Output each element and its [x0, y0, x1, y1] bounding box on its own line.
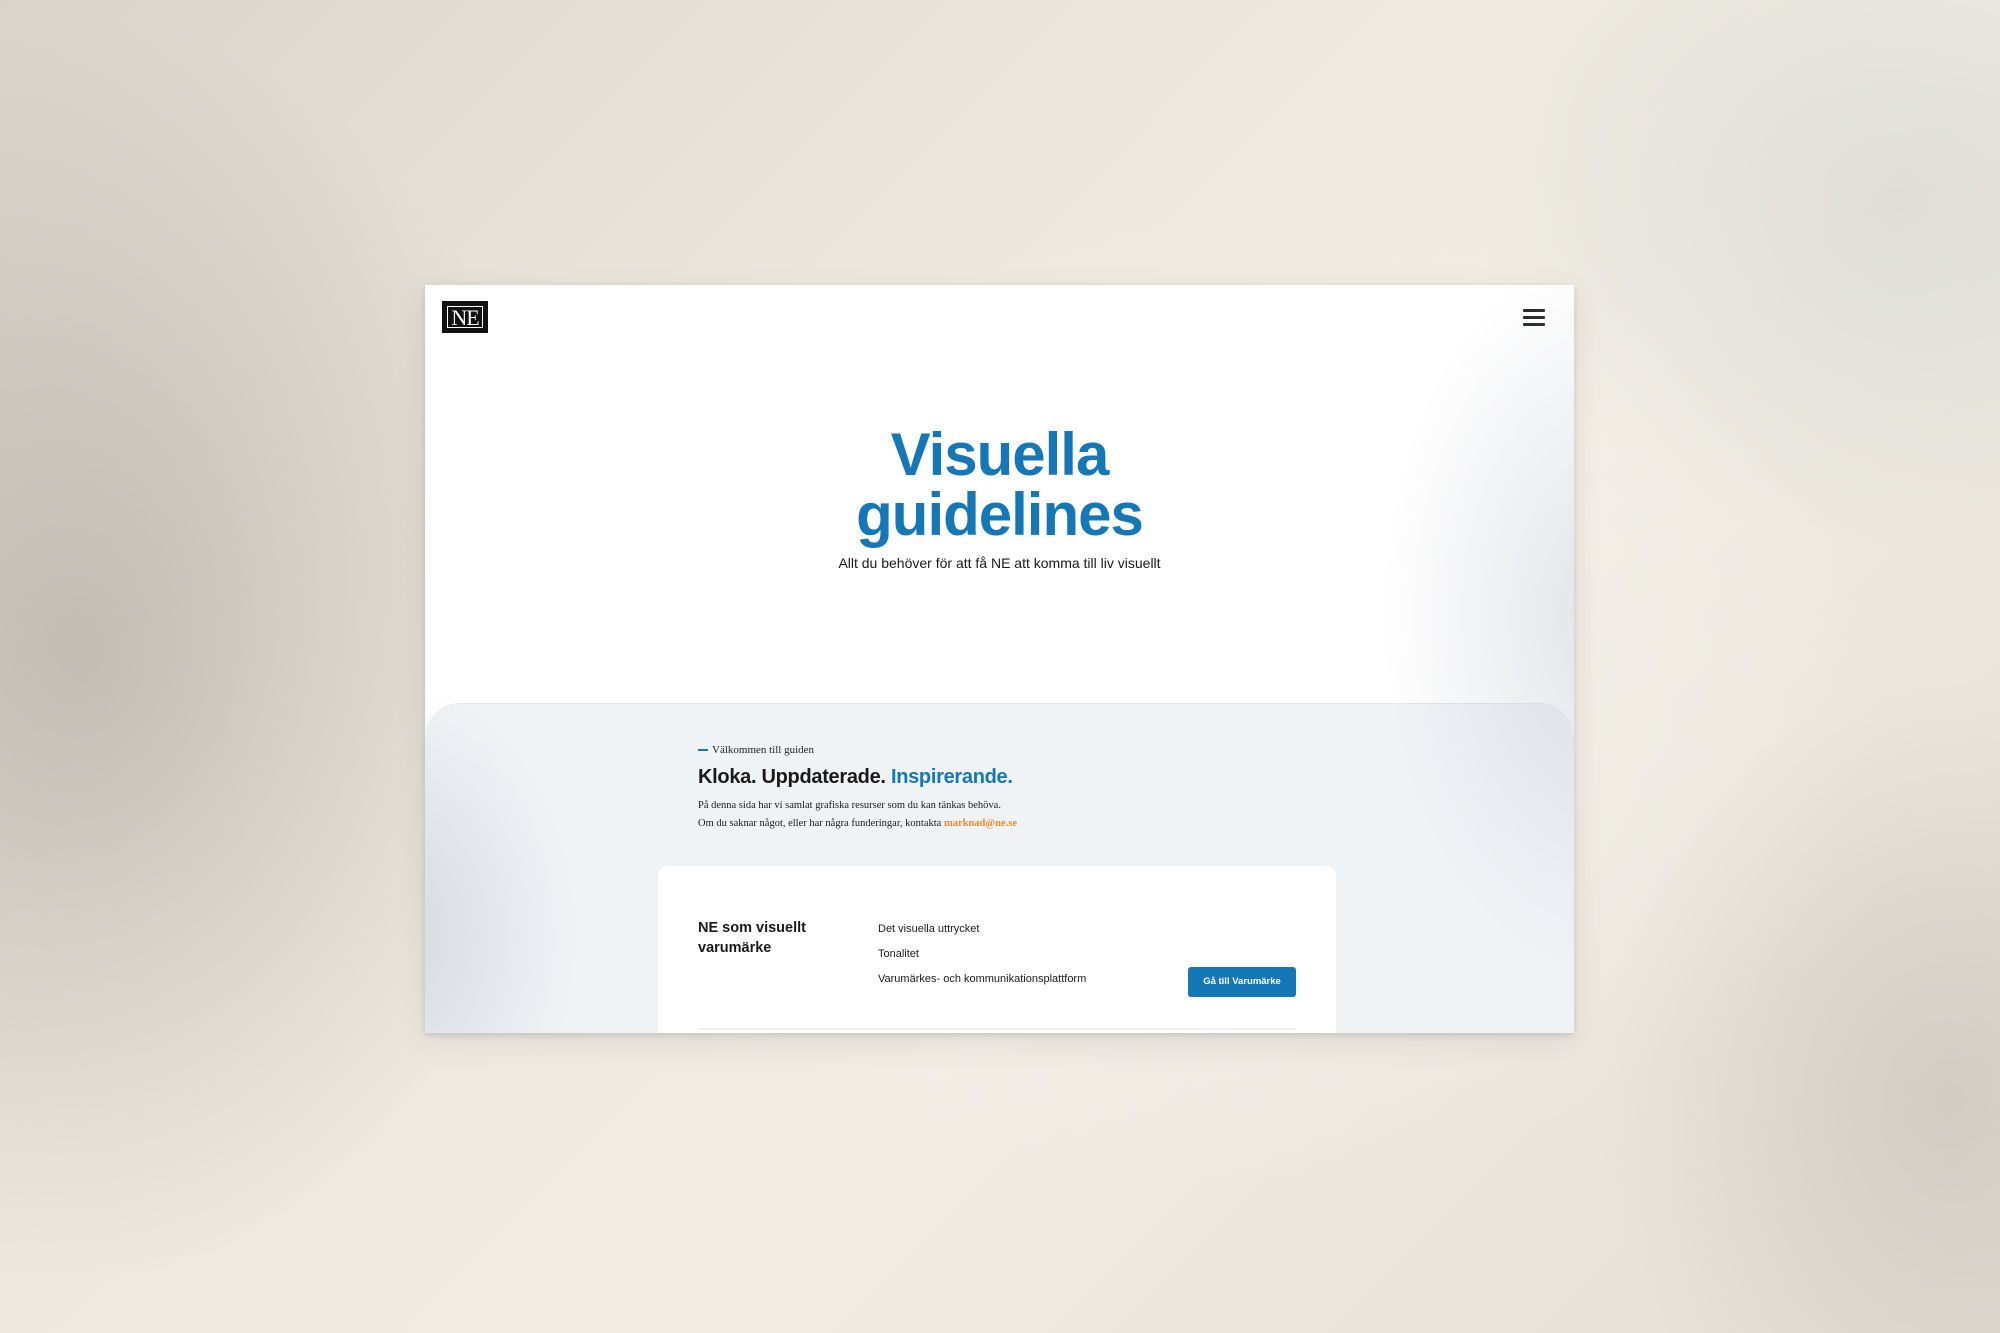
intro-heading-accent: Inspirerande. [890, 766, 1013, 788]
eyebrow: Välkommen till guiden [698, 744, 1198, 756]
website-screen: NE Visuella guidelines Allt du behöver f… [425, 285, 1574, 1033]
card-divider [698, 1028, 1296, 1030]
top-bar: NE [425, 285, 1574, 355]
card-links: Det visuella uttrycket Tonalitet Varumär… [878, 922, 1138, 997]
hero-subtitle: Allt du behöver för att få NE att komma … [838, 555, 1161, 571]
welcome-section: Välkommen till guiden Kloka. Uppdaterade… [425, 703, 1574, 1033]
intro-heading: Kloka. Uppdaterade. Inspirerande. [698, 765, 1198, 789]
intro-line-1: På denna sida har vi samlat grafiska res… [698, 800, 1001, 811]
intro-paragraph: På denna sida har vi samlat grafiska res… [698, 797, 1198, 833]
card-link-tonality[interactable]: Tonalitet [878, 947, 1138, 961]
intro-line-2: Om du saknar något, eller har några fund… [698, 818, 944, 829]
go-to-brand-button[interactable]: Gå till Varumärke [1188, 967, 1296, 997]
card-link-platform[interactable]: Varumärkes- och kommunikationsplattform [878, 972, 1138, 986]
dash-icon [698, 749, 708, 751]
email-link[interactable]: marknad@ne.se [944, 818, 1017, 829]
card-link-visual-expression[interactable]: Det visuella uttrycket [878, 922, 1138, 936]
eyebrow-text: Välkommen till guiden [712, 744, 815, 756]
hero-section: Visuella guidelines Allt du behöver för … [425, 421, 1574, 572]
brand-card: NE som visuellt varumärke Det visuella u… [658, 866, 1336, 1033]
intro-block: Välkommen till guiden Kloka. Uppdaterade… [698, 744, 1198, 833]
ne-logo-text: NE [447, 306, 483, 329]
intro-heading-text: Kloka. Uppdaterade. [698, 766, 891, 788]
card-title: NE som visuellt varumärke [698, 920, 806, 956]
page-title: Visuella guidelines [856, 421, 1144, 548]
ne-logo[interactable]: NE [442, 301, 488, 333]
hamburger-icon[interactable] [1523, 309, 1545, 327]
